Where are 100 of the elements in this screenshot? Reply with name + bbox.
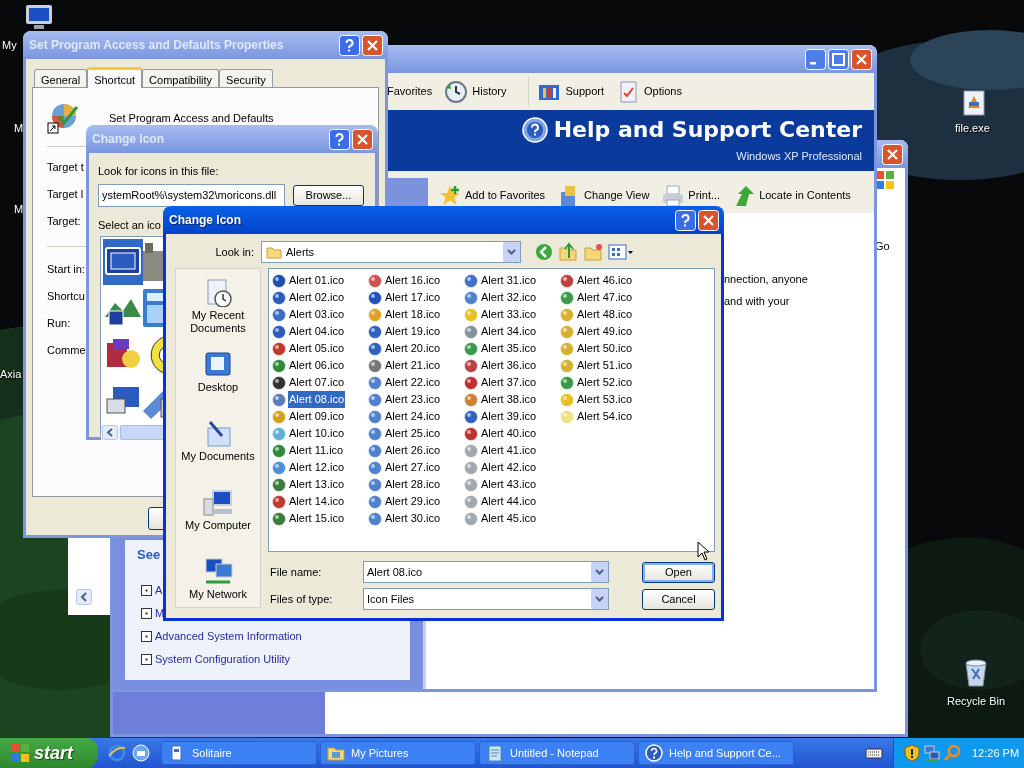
file-item[interactable]: Alert 14.ico	[288, 493, 346, 510]
file-item[interactable]: Alert 27.ico	[384, 459, 442, 476]
toolbar-button[interactable]: History	[472, 83, 507, 100]
help-link[interactable]: Advanced System Information	[155, 627, 302, 645]
file-item[interactable]: Alert 49.ico	[576, 323, 634, 340]
action-button[interactable]: Locate in Contents	[759, 187, 851, 204]
file-item[interactable]: Alert 24.ico	[384, 408, 442, 425]
file-item[interactable]: Alert 37.ico	[480, 374, 538, 391]
file-item[interactable]: Alert 51.ico	[576, 357, 634, 374]
file-item[interactable]: Alert 33.ico	[480, 306, 538, 323]
file-item[interactable]: Alert 12.ico	[288, 459, 346, 476]
tab[interactable]: Compatibility	[142, 69, 220, 87]
toolbar-button[interactable]: Support	[565, 83, 604, 100]
place-item[interactable]: My Network	[178, 588, 258, 601]
file-item[interactable]: Alert 46.ico	[576, 272, 634, 289]
place-item[interactable]: My Computer	[178, 519, 258, 532]
file-item[interactable]: Alert 44.ico	[480, 493, 538, 510]
file-item[interactable]: Alert 20.ico	[384, 340, 442, 357]
icon-label[interactable]: Recycle Bin	[947, 693, 1006, 710]
file-item[interactable]: Alert 45.ico	[480, 510, 538, 527]
file-item[interactable]: Alert 09.ico	[288, 408, 346, 425]
place-item[interactable]: My Documents	[178, 450, 258, 463]
action-button[interactable]: Change View	[584, 187, 650, 204]
look-in-dropdown[interactable]: Alerts	[261, 241, 521, 263]
file-item[interactable]: Alert 17.ico	[384, 289, 442, 306]
field-label: Target:	[47, 214, 81, 229]
file-item[interactable]: Alert 53.ico	[576, 391, 634, 408]
browse-button[interactable]: Browse...	[293, 184, 364, 206]
file-item[interactable]: Alert 50.ico	[576, 340, 634, 357]
file-item[interactable]: Alert 16.ico	[384, 272, 442, 289]
taskbar-button[interactable]: Solitaire	[161, 741, 317, 765]
action-button[interactable]: Add to Favorites	[465, 187, 546, 204]
file-item[interactable]: Alert 04.ico	[288, 323, 346, 340]
file-item[interactable]: Alert 03.ico	[288, 306, 346, 323]
place-item[interactable]: Desktop	[178, 381, 258, 394]
file-item[interactable]: Alert 08.ico	[288, 391, 346, 408]
file-item[interactable]: Alert 39.ico	[480, 408, 538, 425]
open-button[interactable]: Open	[642, 561, 715, 583]
file-item[interactable]: Alert 01.ico	[288, 272, 346, 289]
tab[interactable]: Security	[219, 69, 273, 87]
file-item[interactable]: Alert 26.ico	[384, 442, 442, 459]
field-label: Look in:	[214, 244, 255, 260]
tab[interactable]: General	[34, 69, 88, 87]
file-item[interactable]: Alert 48.ico	[576, 306, 634, 323]
start-button[interactable]: start	[0, 738, 98, 768]
file-item[interactable]: Alert 35.ico	[480, 340, 538, 357]
file-item[interactable]: Alert 54.ico	[576, 408, 634, 425]
taskbar-button[interactable]: Untitled - Notepad	[479, 741, 635, 765]
icon-label[interactable]: M	[14, 120, 24, 137]
file-item[interactable]: Alert 36.ico	[480, 357, 538, 374]
window-title: Change Icon	[169, 212, 241, 229]
file-item[interactable]: Alert 11.ico	[288, 442, 345, 459]
file-item[interactable]: Alert 28.ico	[384, 476, 442, 493]
file-item[interactable]: Alert 29.ico	[384, 493, 442, 510]
file-item[interactable]: Alert 32.ico	[480, 289, 538, 306]
file-item[interactable]: Alert 10.ico	[288, 425, 346, 442]
file-item[interactable]: Alert 22.ico	[384, 374, 442, 391]
file-item[interactable]: Alert 15.ico	[288, 510, 346, 527]
help-link[interactable]: A	[155, 581, 163, 599]
clock: 12:26 PM	[972, 745, 1020, 761]
file-item[interactable]: Alert 07.ico	[288, 374, 346, 391]
file-item[interactable]: Alert 18.ico	[384, 306, 442, 323]
file-item[interactable]: Alert 40.ico	[480, 425, 538, 442]
file-item[interactable]: Alert 34.ico	[480, 323, 538, 340]
file-item[interactable]: Alert 47.ico	[576, 289, 634, 306]
action-button[interactable]: Print...	[688, 187, 721, 204]
file-item[interactable]: Alert 06.ico	[288, 357, 346, 374]
place-item[interactable]: My Recent Documents	[178, 309, 258, 335]
taskbar-button[interactable]: Help and Support Ce...	[638, 741, 794, 765]
help-link[interactable]: M	[155, 604, 165, 622]
taskbar-button[interactable]: My Pictures	[320, 741, 476, 765]
file-item[interactable]: Alert 02.ico	[288, 289, 346, 306]
file-type-dropdown[interactable]: Icon Files	[363, 588, 609, 610]
help-link[interactable]: System Configuration Utility	[155, 650, 291, 668]
toolbar-button[interactable]: Options	[644, 83, 682, 100]
icon-label[interactable]: M	[14, 201, 24, 218]
file-name-field[interactable]: Alert 08.ico	[363, 561, 609, 583]
file-item[interactable]: Alert 21.ico	[384, 357, 442, 374]
file-item[interactable]: Alert 41.ico	[480, 442, 538, 459]
field-label: Start in:	[47, 262, 85, 277]
file-item[interactable]: Alert 30.ico	[384, 510, 442, 527]
file-path-field[interactable]: ystemRoot%\system32\moricons.dll	[98, 183, 285, 207]
file-item[interactable]: Alert 25.ico	[384, 425, 442, 442]
file-item[interactable]: Alert 42.ico	[480, 459, 538, 476]
body-text: and with your	[724, 293, 791, 309]
file-item[interactable]: Alert 19.ico	[384, 323, 442, 340]
file-item[interactable]: Alert 31.ico	[480, 272, 538, 289]
file-item[interactable]: Alert 23.ico	[384, 391, 442, 408]
field-label: Shortcu	[47, 289, 85, 304]
file-item[interactable]: Alert 13.ico	[288, 476, 346, 493]
icon-label[interactable]: My	[2, 37, 17, 54]
file-item[interactable]: Alert 05.ico	[288, 340, 346, 357]
tab[interactable]: Shortcut	[87, 67, 143, 88]
icon-label[interactable]: file.exe	[955, 120, 990, 137]
cancel-button[interactable]: Cancel	[642, 588, 715, 610]
toolbar-button[interactable]: Favorites	[387, 83, 433, 100]
file-item[interactable]: Alert 38.ico	[480, 391, 538, 408]
icon-label[interactable]: Axia	[0, 366, 22, 383]
file-item[interactable]: Alert 43.ico	[480, 476, 538, 493]
file-item[interactable]: Alert 52.ico	[576, 374, 634, 391]
